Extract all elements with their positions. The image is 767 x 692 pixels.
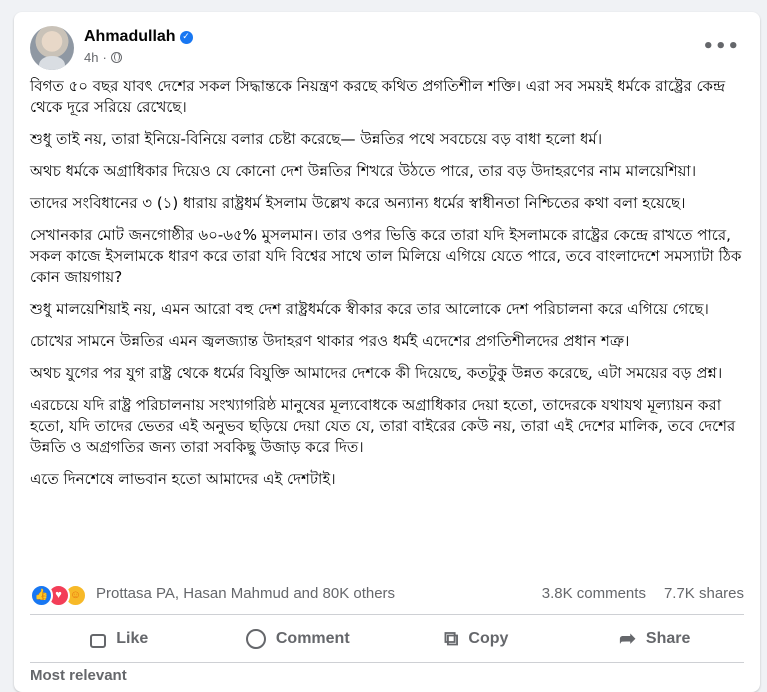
post-paragraph: তাদের সংবিধানের ৩ (১) ধারায় রাষ্ট্রধর্ম…	[30, 194, 686, 212]
post-time[interactable]: 4h	[84, 50, 98, 65]
author-avatar[interactable]	[30, 26, 74, 70]
post-paragraph: অথচ যুগের পর যুগ রাষ্ট্র থেকে ধর্মের বিয…	[30, 364, 723, 382]
post-paragraph: শুধু তাই নয়, তারা ইনিয়ে-বিনিয়ে বলার চ…	[30, 130, 603, 148]
post-paragraph: শুধু মালয়েশিয়াই নয়, এমন আরো বহু দেশ র…	[30, 300, 709, 318]
share-label: Share	[645, 630, 691, 647]
verified-icon: ✓	[179, 30, 193, 44]
post-paragraph: এতে দিনশেষে লাভবান হতো আমাদের এই দেশটাই।	[30, 470, 336, 488]
like-label: Like	[116, 630, 149, 647]
post-paragraph: চোখের সামনে উন্নতির এমন জ্বলজ্যান্ত উদাহ…	[30, 332, 630, 350]
engagement-counts: 3.8K comments 7.7K shares	[542, 585, 744, 602]
divider	[30, 662, 744, 663]
post-meta: 4h ·	[84, 50, 122, 65]
comment-label: Comment	[275, 630, 350, 647]
like-icon	[90, 634, 107, 648]
like-reaction-icon: 👍	[30, 584, 53, 607]
post-paragraph: সেখানকার মোট জনগোষ্ঠীর ৬০-৬৫% মুসলমান। ত…	[30, 226, 742, 286]
more-options-icon[interactable]: •••	[702, 36, 740, 57]
reaction-icons[interactable]: 👍 ♥ ☺	[30, 584, 87, 607]
post-paragraph: অথচ ধর্মকে অগ্রাধিকার দিয়েও যে কোনো দেশ…	[30, 162, 697, 180]
comment-button[interactable]: Comment	[209, 619, 388, 659]
like-button[interactable]: Like	[30, 619, 209, 659]
author-row: Ahmadullah ✓	[84, 28, 193, 46]
reactions-bar: 👍 ♥ ☺ Prottasa PA, Hasan Mahmud and 80K …	[30, 583, 744, 607]
comment-icon	[245, 629, 266, 649]
share-button[interactable]: ➦ Share	[566, 619, 745, 659]
reaction-names[interactable]: Prottasa PA, Hasan Mahmud and 80K others	[96, 585, 395, 602]
globe-icon	[110, 52, 122, 63]
post-paragraph: এরচেয়ে যদি রাষ্ট্র পরিচালনায় সংখ্যাগরি…	[30, 396, 736, 456]
comment-sort-dropdown[interactable]: Most relevant	[30, 667, 127, 684]
post-header: Ahmadullah ✓ 4h · •••	[30, 26, 744, 74]
shares-count[interactable]: 7.7K shares	[664, 585, 744, 602]
post-body: বিগত ৫০ বছর যাবৎ দেশের সকল সিদ্ধান্তকে ন…	[30, 76, 744, 501]
copy-icon: ⧉	[444, 628, 459, 650]
author-name[interactable]: Ahmadullah	[84, 28, 176, 46]
post-paragraph: বিগত ৫০ বছর যাবৎ দেশের সকল সিদ্ধান্তকে ন…	[30, 77, 726, 116]
action-bar: Like Comment ⧉ Copy ➦ Share	[30, 619, 744, 659]
divider	[30, 614, 744, 615]
share-icon: ➦	[619, 628, 636, 650]
copy-label: Copy	[468, 630, 509, 647]
post-card: Ahmadullah ✓ 4h · ••• বিগত ৫০ বছর যাবৎ দ…	[14, 12, 760, 692]
copy-button[interactable]: ⧉ Copy	[387, 619, 566, 659]
comments-count[interactable]: 3.8K comments	[542, 585, 646, 602]
